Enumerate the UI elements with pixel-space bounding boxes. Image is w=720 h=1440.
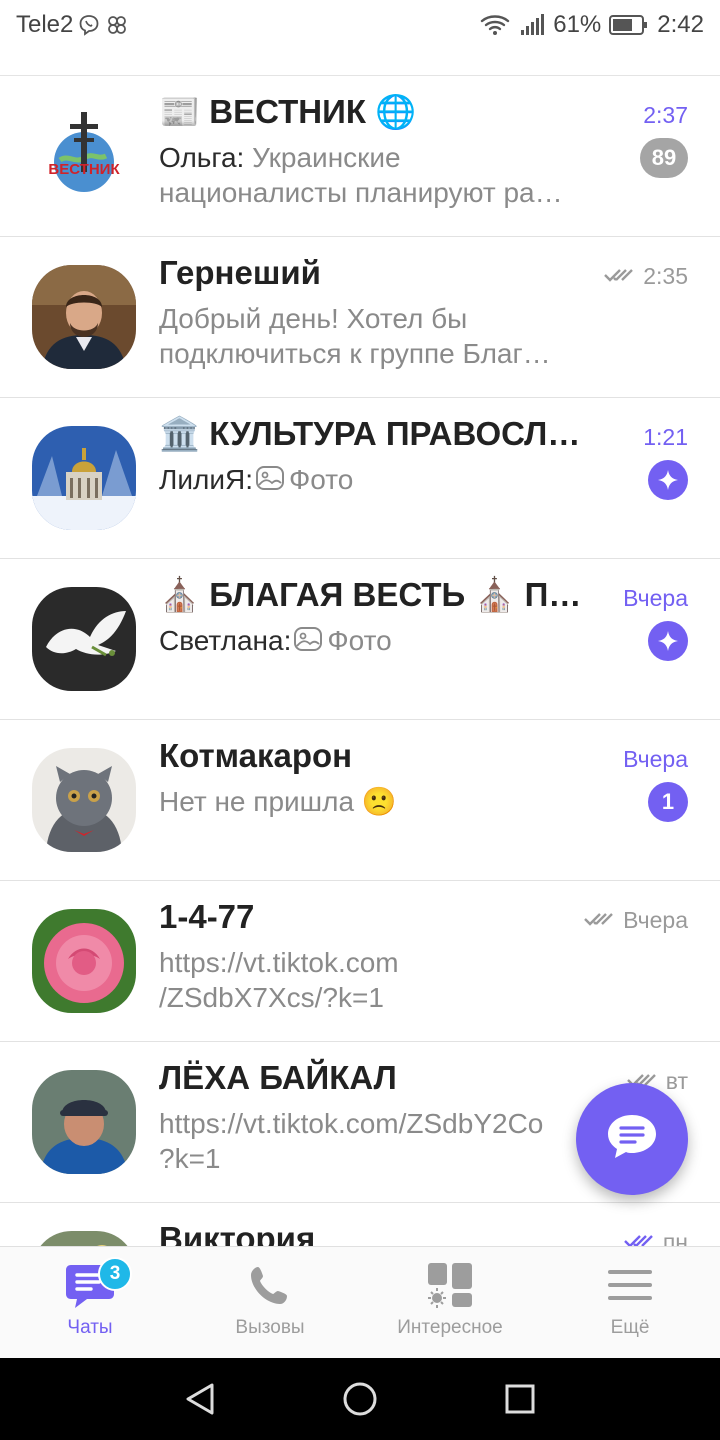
preview-text: ?k=1 — [159, 1143, 221, 1174]
chats-unread-badge: 3 — [98, 1257, 132, 1291]
tab-label: Вызовы — [235, 1317, 305, 1338]
avatar — [32, 426, 136, 530]
double-check-icon — [583, 907, 617, 934]
battery-icon — [609, 13, 649, 37]
double-check-icon — [603, 263, 637, 290]
chat-item[interactable]: Гернеший Добрый день! Хотел бы подключит… — [0, 237, 720, 398]
chat-item[interactable]: ВЕСТНИК 📰 ВЕСТНИК 🌐 Ольга: Украинские на… — [0, 76, 720, 237]
signal-icon — [519, 13, 545, 37]
tab-explore[interactable]: Интересное — [360, 1247, 540, 1359]
preview-text: /ZSdbX7Xcs/?k=1 — [159, 982, 384, 1013]
avatar — [32, 1231, 136, 1246]
system-navigation-bar — [0, 1358, 720, 1440]
chat-time: пн — [623, 1229, 688, 1246]
avatar — [32, 909, 136, 1013]
wifi-icon — [479, 13, 511, 37]
preview-text: Украинские — [252, 142, 401, 173]
double-check-icon — [623, 1229, 657, 1246]
back-icon[interactable] — [183, 1382, 217, 1416]
carrier-name: Tele2 — [16, 11, 74, 38]
battery-percent: 61% — [553, 11, 602, 38]
chat-item[interactable]: ⛪ БЛАГАЯ ВЕСТЬ ⛪ Пра… Светлана: Фото Вчер… — [0, 559, 720, 720]
tab-label: Интересное — [397, 1317, 503, 1338]
chat-item[interactable]: Виктория пн — [0, 1203, 720, 1246]
tab-calls[interactable]: Вызовы — [180, 1247, 360, 1359]
chat-preview: https://vt.tiktok.com/ZSdbY2Co ?k=1 — [159, 1106, 599, 1176]
chat-preview: Ольга: Украинские националисты планируют… — [159, 140, 599, 210]
recents-icon[interactable] — [504, 1383, 536, 1415]
chat-name: Виктория — [159, 1220, 316, 1246]
photo-icon — [293, 625, 323, 660]
sparkle-icon — [648, 460, 688, 500]
chat-preview: Нет не пришла 🙁 — [159, 784, 599, 819]
chat-name: 🏛️ КУЛЬТУРА ПРАВОСЛА… — [159, 415, 599, 452]
sender-name: Светлана: — [159, 625, 292, 656]
chat-name: ⛪ БЛАГАЯ ВЕСТЬ ⛪ Пра… — [159, 576, 599, 613]
phone-icon — [248, 1259, 292, 1311]
avatar — [32, 1070, 136, 1174]
chat-name: Гернеший — [159, 254, 321, 291]
chat-item[interactable]: 🏛️ КУЛЬТУРА ПРАВОСЛА… ЛилиЯ: Фото 1:21 — [0, 398, 720, 559]
chat-time: Вчера — [623, 746, 688, 772]
viber-icon — [77, 13, 101, 37]
chat-preview: https://vt.tiktok.com /ZSdbX7Xcs/?k=1 — [159, 945, 599, 1015]
chat-time: Вчера — [623, 585, 688, 611]
chat-time: 2:35 — [603, 263, 688, 290]
avatar-logo-text: ВЕСТНИК — [48, 161, 120, 178]
pinwheel-icon — [105, 13, 129, 37]
tab-more[interactable]: Ещё — [540, 1247, 720, 1359]
chat-time: 2:37 — [643, 102, 688, 128]
menu-icon — [607, 1259, 653, 1311]
avatar — [32, 748, 136, 852]
preview-text: подключиться к группе Благ… — [159, 338, 551, 369]
sender-name: ЛилиЯ: — [159, 464, 253, 495]
photo-icon — [255, 464, 285, 499]
chat-list[interactable]: ВЕСТНИК 📰 ВЕСТНИК 🌐 Ольга: Украинские на… — [0, 76, 720, 1246]
unread-badge: 89 — [640, 138, 688, 178]
sparkle-icon — [648, 621, 688, 661]
chat-name: 📰 ВЕСТНИК 🌐 — [159, 93, 417, 130]
preview-text: https://vt.tiktok.com/ZSdbY2Co — [159, 1108, 544, 1139]
tab-label: Ещё — [610, 1317, 650, 1338]
preview-text: Добрый день! Хотел бы — [159, 303, 468, 334]
chat-name: 1-4-77 — [159, 898, 255, 935]
chat-name: ЛЁХА БАЙКАЛ — [159, 1059, 397, 1096]
new-chat-icon — [605, 1112, 659, 1167]
avatar — [32, 587, 136, 691]
avatar: ВЕСТНИК — [32, 104, 136, 208]
preview-text: Фото — [327, 625, 392, 656]
clock: 2:42 — [657, 11, 704, 38]
chat-preview: Добрый день! Хотел бы подключиться к гру… — [159, 301, 599, 371]
bottom-navigation: 3 Чаты Вызовы Интересное Ещё — [0, 1246, 720, 1358]
tab-label: Чаты — [67, 1317, 113, 1338]
chat-name: Котмакарон — [159, 737, 353, 774]
new-chat-button[interactable] — [576, 1083, 688, 1195]
preview-text: Нет не пришла 🙁 — [159, 786, 397, 817]
unread-badge: 1 — [648, 782, 688, 822]
chat-item[interactable]: 1-4-77 https://vt.tiktok.com /ZSdbX7Xcs/… — [0, 881, 720, 1042]
sender-name: Ольга: — [159, 142, 245, 173]
status-bar: Tele2 61% 2:42 — [0, 0, 720, 50]
explore-icon — [426, 1259, 474, 1311]
preview-text: https://vt.tiktok.com — [159, 947, 399, 978]
tab-chats[interactable]: 3 Чаты — [0, 1247, 180, 1359]
home-icon[interactable] — [342, 1381, 378, 1417]
chat-preview: ЛилиЯ: Фото — [159, 462, 599, 499]
preview-text: националисты планируют ра… — [159, 177, 563, 208]
preview-text: Фото — [289, 464, 354, 495]
avatar — [32, 265, 136, 369]
chat-time: Вчера — [583, 907, 688, 934]
chat-time: 1:21 — [643, 424, 688, 450]
chat-preview: Светлана: Фото — [159, 623, 599, 660]
chat-item[interactable]: Котмакарон Нет не пришла 🙁 Вчера 1 — [0, 720, 720, 881]
